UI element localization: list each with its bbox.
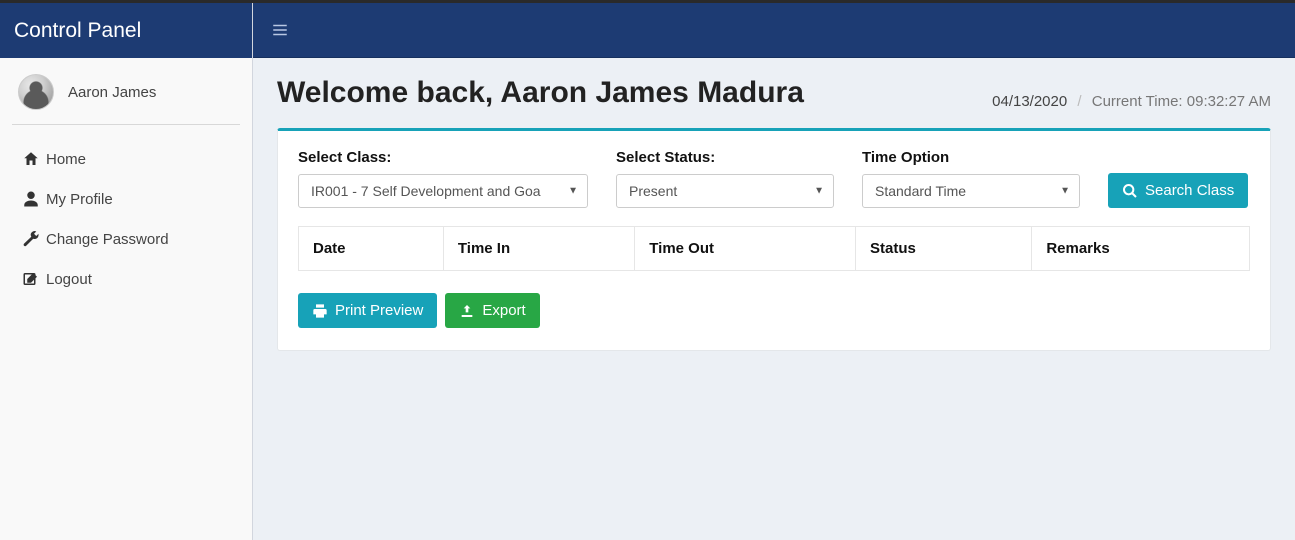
search-icon — [1122, 183, 1138, 199]
wrench-icon — [22, 230, 46, 248]
brand-title: Control Panel — [0, 3, 252, 58]
sidebar-nav: Home My Profile Change Password Logout — [0, 135, 252, 303]
label-select-status: Select Status: — [616, 149, 834, 166]
table-header-row: Date Time In Time Out Status Remarks — [299, 227, 1250, 271]
main: Welcome back, Aaron James Madura 04/13/2… — [253, 3, 1295, 540]
separator: / — [1077, 93, 1081, 110]
button-label: Search Class — [1145, 182, 1234, 199]
filter-card: Select Class: IR001 - 7 Self Development… — [277, 128, 1271, 351]
avatar — [18, 74, 54, 110]
filter-row: Select Class: IR001 - 7 Self Development… — [298, 149, 1250, 208]
search-class-button[interactable]: Search Class — [1108, 173, 1248, 208]
menu-toggle-icon[interactable] — [271, 21, 289, 39]
select-status[interactable]: Present — [616, 174, 834, 208]
page-title: Welcome back, Aaron James Madura — [277, 76, 804, 110]
label-select-class: Select Class: — [298, 149, 588, 166]
button-label: Print Preview — [335, 302, 423, 319]
sidebar-item-logout[interactable]: Logout — [0, 259, 252, 299]
col-time-in: Time In — [443, 227, 634, 271]
sidebar-item-label: Home — [46, 151, 86, 168]
topbar — [253, 3, 1295, 58]
user-block: Aaron James — [0, 58, 252, 124]
sidebar-item-label: Change Password — [46, 231, 169, 248]
sidebar-item-label: My Profile — [46, 191, 113, 208]
field-select-status: Select Status: Present ▼ — [616, 149, 834, 208]
action-row: Print Preview Export — [298, 293, 1250, 328]
edit-icon — [22, 270, 46, 288]
divider — [12, 124, 240, 125]
results-table: Date Time In Time Out Status Remarks — [298, 226, 1250, 271]
sidebar-item-change-password[interactable]: Change Password — [0, 219, 252, 259]
print-icon — [312, 303, 328, 319]
button-label: Export — [482, 302, 525, 319]
col-status: Status — [856, 227, 1032, 271]
print-preview-button[interactable]: Print Preview — [298, 293, 437, 328]
field-select-class: Select Class: IR001 - 7 Self Development… — [298, 149, 588, 208]
current-date: 04/13/2020 — [992, 93, 1067, 110]
sidebar-item-home[interactable]: Home — [0, 139, 252, 179]
col-time-out: Time Out — [635, 227, 856, 271]
select-time-option[interactable]: Standard Time — [862, 174, 1080, 208]
content: Welcome back, Aaron James Madura 04/13/2… — [253, 58, 1295, 540]
datetime-display: 04/13/2020 / Current Time: 09:32:27 AM — [992, 93, 1271, 110]
col-remarks: Remarks — [1032, 227, 1250, 271]
select-class[interactable]: IR001 - 7 Self Development and Goa — [298, 174, 588, 208]
sidebar-item-profile[interactable]: My Profile — [0, 179, 252, 219]
home-icon — [22, 150, 46, 168]
export-button[interactable]: Export — [445, 293, 539, 328]
page-header: Welcome back, Aaron James Madura 04/13/2… — [277, 76, 1271, 110]
label-time-option: Time Option — [862, 149, 1080, 166]
field-time-option: Time Option Standard Time ▼ — [862, 149, 1080, 208]
sidebar: Control Panel Aaron James Home My Profil… — [0, 3, 253, 540]
current-time: Current Time: 09:32:27 AM — [1092, 93, 1271, 110]
user-name: Aaron James — [68, 84, 156, 101]
col-date: Date — [299, 227, 444, 271]
sidebar-item-label: Logout — [46, 271, 92, 288]
upload-icon — [459, 303, 475, 319]
user-icon — [22, 190, 46, 208]
